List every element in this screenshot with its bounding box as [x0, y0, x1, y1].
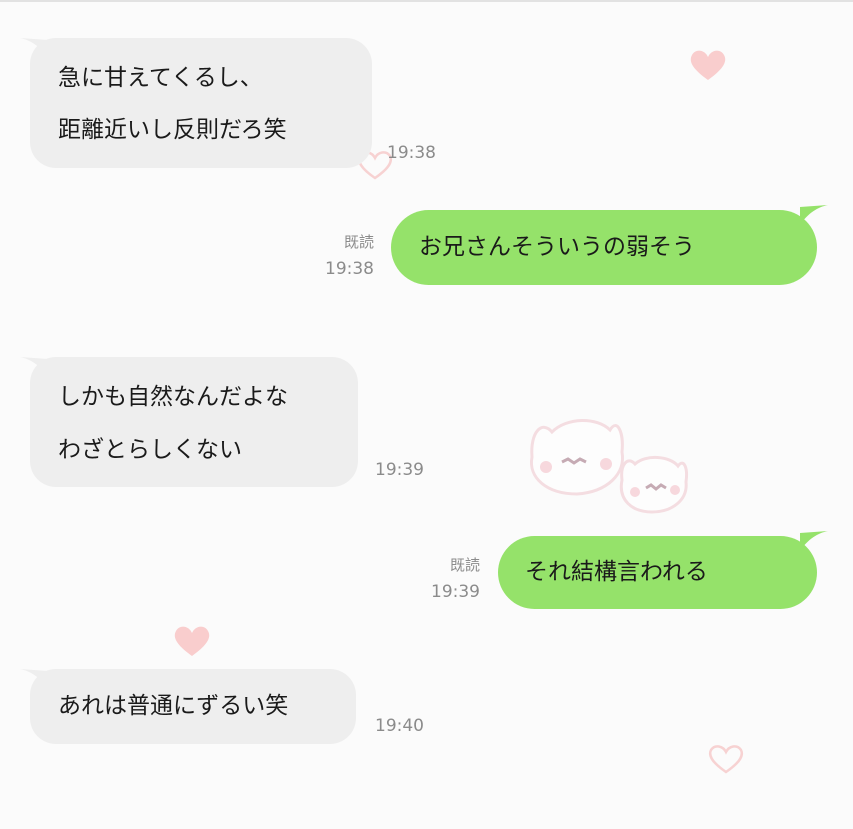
message-line: あれは普通にずるい笑	[58, 693, 289, 719]
message-bubble-outgoing[interactable]: お兄さんそういうの弱そう	[391, 210, 817, 285]
message-line: 距離近いし反則だろ笑	[58, 117, 287, 143]
heart-outline-icon	[709, 745, 743, 774]
read-receipt: 既読	[343, 233, 374, 251]
read-receipt: 既読	[449, 556, 480, 574]
heart-icon	[690, 50, 726, 80]
timestamp: 19:39	[375, 460, 424, 480]
heart-icon	[174, 626, 210, 656]
message-text: お兄さんそういうの弱そう	[419, 234, 695, 260]
message-bubble-incoming[interactable]: しかも自然なんだよな わざとらしくない	[30, 357, 358, 487]
timestamp: 19:38	[325, 259, 374, 279]
timestamp: 19:38	[387, 143, 436, 163]
message-bubble-incoming[interactable]: 急に甘えてくるし、 距離近いし反則だろ笑	[30, 38, 372, 168]
message-line: わざとらしくない	[58, 437, 242, 463]
cat-sticker-icon	[530, 419, 688, 514]
top-divider	[0, 0, 853, 2]
timestamp: 19:39	[431, 582, 480, 602]
message-bubble-outgoing[interactable]: それ結構言われる	[498, 536, 817, 609]
message-line: 急に甘えてくるし、	[58, 65, 263, 91]
bubble-tail	[800, 531, 828, 551]
message-bubble-incoming[interactable]: あれは普通にずるい笑	[30, 669, 356, 744]
message-line: しかも自然なんだよな	[58, 384, 288, 410]
bubble-tail	[800, 205, 828, 225]
message-text: それ結構言われる	[525, 559, 708, 585]
timestamp: 19:40	[375, 716, 424, 736]
